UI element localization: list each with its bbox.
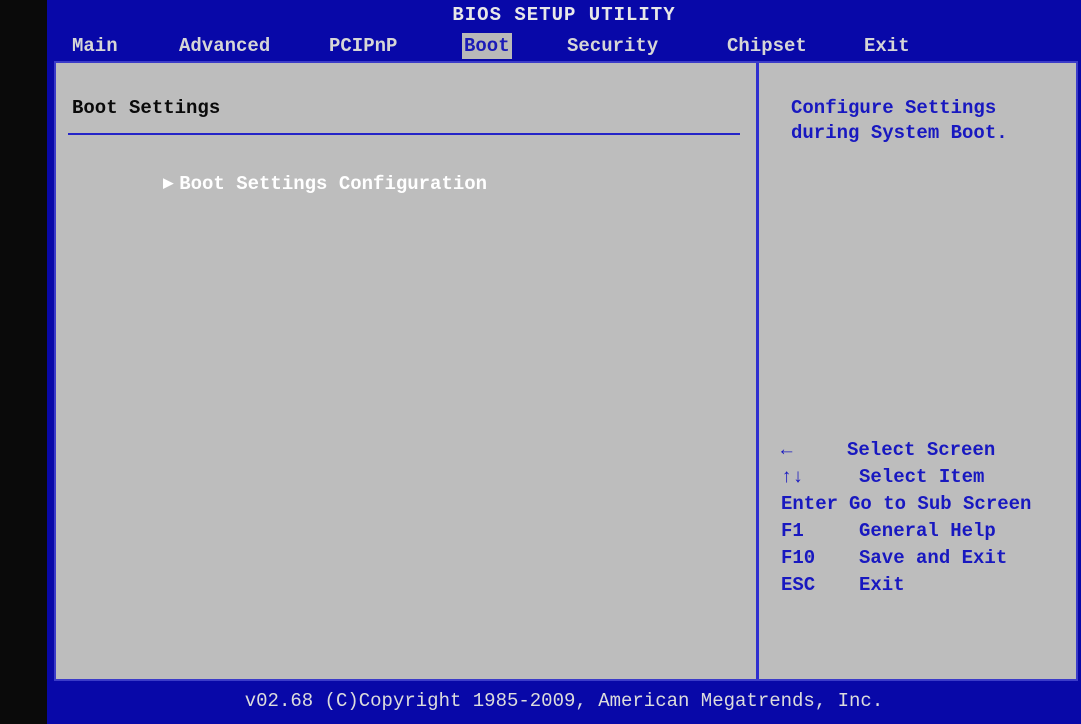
heading-divider xyxy=(68,133,740,135)
key-label: ← xyxy=(781,439,793,461)
submenu-arrow-icon: ▶ xyxy=(163,176,174,191)
main-panel: Boot Settings ▶ Boot Settings Configurati… xyxy=(54,61,1078,681)
key-label: F1 xyxy=(781,520,804,542)
bios-title: BIOS SETUP UTILITY xyxy=(452,4,676,26)
help-text: Configure Settings during System Boot. xyxy=(791,96,1081,146)
tab-chipset[interactable]: Chipset xyxy=(725,33,809,59)
tab-advanced[interactable]: Advanced xyxy=(177,33,272,59)
key-label: Enter xyxy=(781,493,839,515)
key-label: F10 xyxy=(781,547,816,569)
help-line-1: Configure Settings xyxy=(791,97,997,119)
tab-pcipnp[interactable]: PCIPnP xyxy=(327,33,399,59)
tab-security[interactable]: Security xyxy=(565,33,660,59)
tab-exit[interactable]: Exit xyxy=(862,33,912,59)
key-row: ESC Exit xyxy=(781,572,1081,599)
key-description: Exit xyxy=(859,574,905,596)
help-line-2: during System Boot. xyxy=(791,122,1008,144)
menu-bar: Main Advanced PCIPnP Boot Security Chips… xyxy=(47,30,1081,62)
key-description: Save and Exit xyxy=(859,547,1008,569)
key-row: F1 General Help xyxy=(781,518,1081,545)
key-row: ← Select Screen xyxy=(781,437,1081,464)
key-legend: ← Select Screen ↑↓ Select Item Enter Go … xyxy=(781,437,1081,599)
page-title: Boot Settings xyxy=(72,97,221,119)
settings-pane: Boot Settings ▶ Boot Settings Configurati… xyxy=(56,63,756,679)
key-row: Enter Go to Sub Screen xyxy=(781,491,1081,518)
key-label: ESC xyxy=(781,574,816,596)
bios-screen: BIOS SETUP UTILITY Main Advanced PCIPnP … xyxy=(47,0,1081,724)
key-description: Select Item xyxy=(859,466,985,488)
key-description: General Help xyxy=(859,520,996,542)
help-pane: Configure Settings during System Boot. ←… xyxy=(756,63,1076,679)
menu-item-boot-settings-configuration[interactable]: ▶ Boot Settings Configuration xyxy=(72,151,487,217)
key-row: ↑↓ Select Item xyxy=(781,464,1081,491)
tab-boot[interactable]: Boot xyxy=(462,33,512,59)
tab-main[interactable]: Main xyxy=(70,33,120,59)
copyright-footer: v02.68 (C)Copyright 1985-2009, American … xyxy=(244,690,884,712)
key-description: Select Screen xyxy=(847,439,996,461)
key-row: F10 Save and Exit xyxy=(781,545,1081,572)
key-description: Go to Sub Screen xyxy=(849,493,1032,515)
menu-item-label: Boot Settings Configuration xyxy=(179,173,488,195)
key-label: ↑↓ xyxy=(781,466,804,488)
